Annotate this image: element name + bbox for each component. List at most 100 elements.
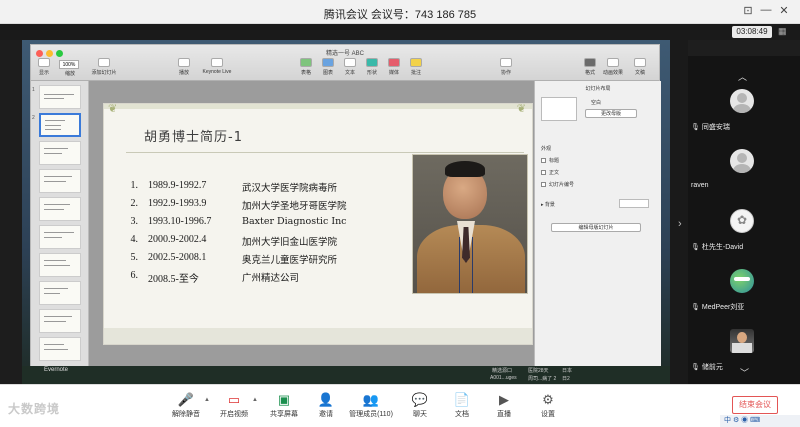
- mic-muted-icon: 🎙: [691, 244, 700, 251]
- desktop-file[interactable]: 日2: [562, 375, 570, 382]
- slide-thumb[interactable]: [39, 337, 81, 361]
- background-color-well[interactable]: [619, 199, 649, 208]
- pin-icon[interactable]: ⊡: [740, 4, 756, 17]
- unmute-button[interactable]: 🎤 解除静音: [164, 391, 208, 419]
- participant-tile[interactable]: 🎙 同盛安瑞: [688, 84, 800, 134]
- slide-thumb[interactable]: [39, 141, 81, 165]
- slide-thumb[interactable]: [39, 253, 81, 277]
- close-icon[interactable]: ✕: [776, 4, 792, 17]
- caret-up-icon[interactable]: ▲: [204, 397, 210, 403]
- avatar: [730, 329, 754, 353]
- desktop-file[interactable]: 周司...病了 2: [528, 375, 556, 382]
- slide-thumb[interactable]: [39, 169, 81, 193]
- shape-icon: [366, 58, 378, 67]
- participant-name: 杜先生-David: [701, 244, 744, 251]
- body-checkbox[interactable]: 正文: [541, 169, 559, 176]
- settings-button[interactable]: ⚙ 设置: [526, 391, 570, 419]
- layout-preview[interactable]: [541, 97, 577, 121]
- participant-name: 储前元: [701, 364, 723, 371]
- zoom-select[interactable]: 100%: [59, 60, 79, 69]
- invite-button[interactable]: 👤 邀请: [304, 391, 348, 419]
- appearance-heading: 外观: [541, 146, 552, 152]
- ime-indicator[interactable]: 中: [724, 417, 731, 424]
- participant-name: 同盛安瑞: [701, 124, 730, 131]
- evernote-label[interactable]: Evernote: [44, 367, 68, 373]
- document-icon: 📄: [453, 392, 471, 407]
- layout-name: 空白: [591, 100, 602, 106]
- mic-icon: 🎙: [691, 304, 700, 311]
- chevron-up-icon[interactable]: ︿: [738, 70, 747, 83]
- collaborate-icon: [500, 58, 512, 67]
- resume-entry: 3. 1993.10-1996.7 Baxter Diagnostic Inc: [130, 216, 347, 227]
- live-stream-button[interactable]: ▶ 直播: [482, 391, 526, 419]
- documents-button[interactable]: 📄 文档: [440, 391, 484, 419]
- tb-collaborate[interactable]: 协作: [491, 58, 521, 76]
- media-icon: [388, 58, 400, 67]
- comment-icon: [410, 58, 422, 67]
- change-master-button[interactable]: 更改母版: [585, 109, 637, 118]
- tb-document[interactable]: 文稿: [625, 58, 655, 76]
- tb-play[interactable]: 播放: [169, 58, 199, 76]
- participant-tile[interactable]: ✿ 🎙 杜先生-David: [688, 204, 800, 254]
- slide-thumb[interactable]: [39, 309, 81, 333]
- slide-thumb[interactable]: [39, 197, 81, 221]
- mic-muted-icon: 🎙: [691, 364, 700, 371]
- live-icon: [211, 58, 223, 67]
- mic-off-icon: 🎤: [177, 392, 195, 407]
- right-margin: [670, 40, 688, 384]
- desktop-file[interactable]: 日本: [562, 367, 572, 374]
- avatar: [730, 269, 754, 293]
- participant-tile[interactable]: raven: [688, 144, 800, 194]
- desktop-file[interactable]: A001...uges: [490, 375, 517, 381]
- minimize-icon[interactable]: —: [758, 4, 774, 16]
- live-icon: ▶: [499, 392, 509, 407]
- slide-thumb[interactable]: [39, 281, 81, 305]
- play-icon: [178, 58, 190, 67]
- leaf-decoration-icon: ❦: [516, 103, 526, 115]
- gear-icon: ⚙: [542, 392, 554, 407]
- inspector-panel: 幻灯片布局 空白 更改母版 外观 标题 正文 幻灯片编号 ▸ 背景 编辑母版幻灯…: [534, 81, 661, 367]
- start-video-button[interactable]: ▭ 开启视频: [212, 391, 256, 419]
- share-screen-button[interactable]: ▣ 共享屏幕: [262, 391, 306, 419]
- meeting-title: 腾讯会议 会议号：743 186 785: [323, 9, 477, 21]
- end-meeting-button[interactable]: 结束会议: [732, 396, 778, 414]
- slide-thumb[interactable]: [39, 225, 81, 249]
- tb-comment[interactable]: 批注: [401, 58, 431, 76]
- invite-icon: 👤: [317, 392, 335, 407]
- manage-members-button[interactable]: 👥 管理成员(110): [344, 391, 398, 419]
- tb-keynote-live[interactable]: Keynote Live: [197, 58, 237, 75]
- resume-entry: 2. 1992.9-1993.9 加州大学圣地牙哥医学院: [130, 198, 347, 212]
- inspector-header: 幻灯片布局: [585, 86, 611, 92]
- meeting-timer: 03:08:49: [732, 26, 772, 38]
- desktop-strip: [22, 366, 670, 384]
- keynote-window: 精选一号 ABC 显示 100% 缩放 添加幻灯片 播放 Keynote Liv…: [30, 44, 661, 367]
- meeting-status-bar: 03:08:49 ▦: [0, 24, 800, 40]
- title-checkbox[interactable]: 标题: [541, 157, 559, 164]
- chat-icon: 💬: [411, 392, 429, 407]
- format-icon: [584, 58, 596, 67]
- background-label[interactable]: ▸ 背景: [541, 201, 555, 208]
- caret-up-icon[interactable]: ▲: [252, 397, 258, 403]
- slide-thumb-selected[interactable]: [39, 113, 81, 137]
- slide-thumb[interactable]: [39, 85, 81, 109]
- tb-add-slide[interactable]: 添加幻灯片: [89, 58, 119, 76]
- slide-navigator[interactable]: 1 2: [31, 81, 89, 367]
- desktop-file[interactable]: 精选源口: [492, 367, 512, 374]
- text-icon: [344, 58, 356, 67]
- layout-icon[interactable]: ▦: [778, 26, 792, 38]
- leaf-decoration-icon: ❦: [108, 103, 118, 115]
- resume-entry: 4. 2000.9-2002.4 加州大学旧金山医学院: [130, 234, 338, 248]
- current-slide[interactable]: ❦ ❦ 胡勇博士简历-1 1. 1989.9-1992.7 武汉大学医学院病毒所 2…: [103, 103, 533, 345]
- desktop-file[interactable]: 医院28天: [528, 367, 549, 374]
- chevron-down-icon[interactable]: ﹀: [740, 366, 749, 379]
- table-icon: [300, 58, 312, 67]
- participant-tile[interactable]: 🎙 MedPeer刘亚: [688, 264, 800, 314]
- edit-master-button[interactable]: 编辑母版幻灯片: [551, 223, 641, 232]
- chevron-right-icon[interactable]: ›: [678, 218, 682, 230]
- slide-title: 胡勇博士简历-1: [144, 130, 243, 145]
- resume-entry: 5. 2002.5-2008.1 奥克兰儿童医学研究所: [130, 252, 338, 266]
- slide-number-checkbox[interactable]: 幻灯片编号: [541, 181, 574, 188]
- chart-icon: [322, 58, 334, 67]
- chat-button[interactable]: 💬 聊天: [398, 391, 442, 419]
- keynote-title: 精选一号 ABC: [325, 51, 364, 57]
